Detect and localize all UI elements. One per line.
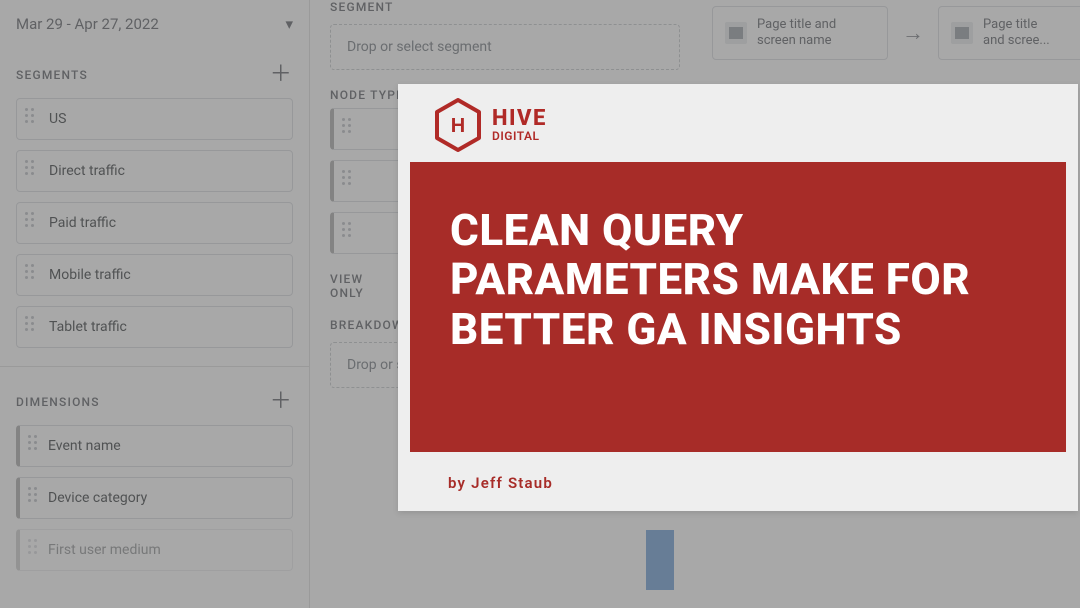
drag-handle-icon[interactable] (28, 539, 42, 561)
dimensions-label: DIMENSIONS (16, 395, 100, 409)
segment-field-label: SEGMENT (330, 0, 680, 14)
segment-label: Tablet traffic (49, 319, 127, 335)
byline: by Jeff Staub (448, 474, 553, 492)
headline-block: CLEAN QUERY PARAMETERS MAKE FOR BETTER G… (410, 162, 1066, 452)
segment-label: US (49, 111, 66, 127)
drag-handle-icon[interactable] (25, 264, 39, 286)
drag-handle-icon[interactable] (28, 487, 42, 509)
segment-chip[interactable]: Mobile traffic (16, 254, 293, 296)
title-card: H HIVE DIGITAL CLEAN QUERY PARAMETERS MA… (398, 84, 1078, 511)
left-panel: Mar 29 - Apr 27, 2022 ▾ SEGMENTS ＋ US Di… (0, 0, 310, 608)
segment-chip[interactable]: Direct traffic (16, 150, 293, 192)
chart-bar (646, 530, 674, 590)
dimensions-list: Event name Device category First user me… (16, 425, 293, 571)
segment-dropzone[interactable]: Drop or select segment (330, 24, 680, 70)
segment-label: Direct traffic (49, 163, 125, 179)
dimension-label: Device category (48, 490, 147, 506)
segment-placeholder: Drop or select segment (347, 39, 492, 55)
drag-handle-icon[interactable] (342, 118, 356, 140)
dimensions-header: DIMENSIONS ＋ (16, 391, 293, 413)
dimension-chip[interactable]: First user medium (16, 529, 293, 571)
segment-label: Paid traffic (49, 215, 116, 231)
date-range-text: Mar 29 - Apr 27, 2022 (16, 15, 159, 33)
logo-text: HIVE DIGITAL (492, 108, 547, 142)
segments-list: US Direct traffic Paid traffic Mobile tr… (16, 98, 293, 348)
drag-handle-icon[interactable] (25, 316, 39, 338)
dimension-label: Event name (48, 438, 121, 454)
add-dimension-button[interactable]: ＋ (270, 391, 293, 413)
hive-logo-icon: H (434, 98, 482, 152)
page-icon (725, 22, 747, 44)
path-node-label: Page title and scree... (983, 17, 1050, 50)
date-range-picker[interactable]: Mar 29 - Apr 27, 2022 ▾ (16, 0, 293, 48)
path-node-row: Page title and screen name → Page title … (712, 6, 1080, 60)
dimension-label: First user medium (48, 542, 161, 558)
logo-main: HIVE (492, 108, 547, 130)
segments-header: SEGMENTS ＋ (16, 64, 293, 86)
dimension-chip[interactable]: Device category (16, 477, 293, 519)
path-node-card[interactable]: Page title and screen name (712, 6, 888, 60)
segment-chip[interactable]: Paid traffic (16, 202, 293, 244)
dimension-chip[interactable]: Event name (16, 425, 293, 467)
path-node-card[interactable]: Page title and scree... (938, 6, 1080, 60)
headline-text: CLEAN QUERY PARAMETERS MAKE FOR BETTER G… (450, 206, 1026, 354)
svg-text:H: H (451, 115, 465, 137)
drag-handle-icon[interactable] (342, 222, 356, 244)
logo: H HIVE DIGITAL (434, 98, 547, 152)
add-segment-button[interactable]: ＋ (270, 64, 293, 86)
drag-handle-icon[interactable] (28, 435, 42, 457)
arrow-right-icon: → (902, 20, 924, 46)
segment-chip[interactable]: Tablet traffic (16, 306, 293, 348)
segment-field: SEGMENT Drop or select segment (330, 0, 680, 70)
segment-label: Mobile traffic (49, 267, 131, 283)
segments-label: SEGMENTS (16, 68, 88, 82)
logo-sub: DIGITAL (492, 130, 547, 142)
drag-handle-icon[interactable] (25, 108, 39, 130)
divider (0, 366, 309, 367)
segment-chip[interactable]: US (16, 98, 293, 140)
drag-handle-icon[interactable] (342, 170, 356, 192)
path-node-label: Page title and screen name (757, 17, 836, 50)
chevron-down-icon: ▾ (285, 15, 293, 33)
drag-handle-icon[interactable] (25, 212, 39, 234)
drag-handle-icon[interactable] (25, 160, 39, 182)
page-icon (951, 22, 973, 44)
